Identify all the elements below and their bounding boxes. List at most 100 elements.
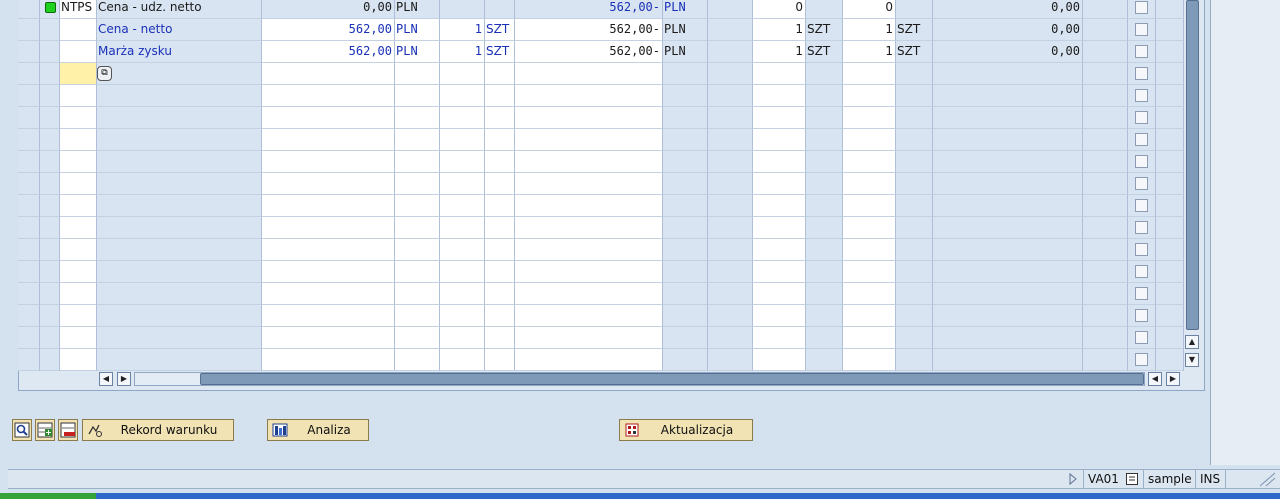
cell-num2[interactable] (843, 217, 896, 239)
cell-num1[interactable]: 1 (753, 41, 806, 63)
cell-per[interactable] (440, 305, 485, 327)
cell-currency[interactable] (395, 173, 440, 195)
row-checkbox[interactable] (1135, 133, 1148, 146)
cell-uom[interactable] (485, 129, 515, 151)
cell-uom[interactable] (485, 239, 515, 261)
cell-check[interactable] (1128, 349, 1156, 371)
cell-num1[interactable] (753, 283, 806, 305)
cell-type[interactable] (60, 261, 97, 283)
vertical-scrollbar-thumb[interactable] (1186, 0, 1199, 330)
status-expand-icon[interactable] (1068, 472, 1078, 486)
cell-per[interactable] (440, 129, 485, 151)
scroll-first-column-button[interactable]: ◀ (99, 372, 113, 386)
cell-per[interactable] (440, 261, 485, 283)
cell-per[interactable]: 1 (440, 41, 485, 63)
cell-currency[interactable] (395, 305, 440, 327)
cell-per[interactable] (440, 173, 485, 195)
cell-check[interactable] (1128, 85, 1156, 107)
row-checkbox[interactable] (1135, 353, 1148, 366)
row-checkbox[interactable] (1135, 89, 1148, 102)
cell-currency[interactable] (395, 85, 440, 107)
cell-num1[interactable] (753, 107, 806, 129)
row-checkbox[interactable] (1135, 243, 1148, 256)
horizontal-scrollbar-thumb[interactable] (200, 373, 1144, 385)
cell-type[interactable]: NTPS (60, 0, 97, 19)
row-checkbox[interactable] (1135, 1, 1148, 14)
cell-value[interactable] (515, 217, 663, 239)
row-checkbox[interactable] (1135, 199, 1148, 212)
cell-amount[interactable] (262, 129, 395, 151)
cell-value[interactable] (515, 129, 663, 151)
cell-per[interactable] (440, 195, 485, 217)
cell-value[interactable] (515, 195, 663, 217)
cell-value[interactable] (515, 261, 663, 283)
cell-amount[interactable] (262, 283, 395, 305)
cell-amount[interactable] (262, 327, 395, 349)
cell-uom[interactable] (485, 283, 515, 305)
cell-check[interactable] (1128, 217, 1156, 239)
cell-num2[interactable] (843, 107, 896, 129)
cell-currency[interactable]: PLN (395, 19, 440, 41)
cell-check[interactable] (1128, 283, 1156, 305)
cell-num1[interactable] (753, 349, 806, 371)
cell-amount[interactable]: 562,00 (262, 19, 395, 41)
cell-type[interactable] (60, 173, 97, 195)
cell-num2[interactable] (843, 63, 896, 85)
cell-currency[interactable] (395, 283, 440, 305)
cell-currency[interactable] (395, 129, 440, 151)
scroll-down-button[interactable]: ▼ (1185, 353, 1199, 367)
cell-num1[interactable] (753, 305, 806, 327)
cell-type[interactable] (60, 151, 97, 173)
start-button[interactable] (0, 493, 96, 499)
cell-type[interactable] (60, 19, 97, 41)
cell-amount[interactable] (262, 85, 395, 107)
scroll-left-button[interactable]: ▶ (117, 372, 131, 386)
row-checkbox[interactable] (1135, 67, 1148, 80)
cell-value[interactable] (515, 349, 663, 371)
cell-num1[interactable] (753, 63, 806, 85)
cell-type[interactable] (60, 283, 97, 305)
cell-currency[interactable]: PLN (395, 41, 440, 63)
cell-value[interactable] (515, 173, 663, 195)
cell-num1[interactable] (753, 239, 806, 261)
cell-check[interactable] (1128, 173, 1156, 195)
cell-amount[interactable] (262, 195, 395, 217)
resize-grip-icon[interactable] (1256, 471, 1276, 487)
scroll-right-button[interactable]: ◀ (1148, 372, 1162, 386)
row-checkbox[interactable] (1135, 111, 1148, 124)
cell-type[interactable] (60, 63, 97, 85)
value-help-icon[interactable]: ⧉ (97, 66, 112, 81)
cell-num2[interactable] (843, 261, 896, 283)
cell-num2[interactable]: 0 (843, 0, 896, 19)
cell-type[interactable] (60, 349, 97, 371)
cell-amount[interactable]: 562,00 (262, 41, 395, 63)
cell-uom[interactable] (485, 217, 515, 239)
cell-num2[interactable] (843, 173, 896, 195)
cell-check[interactable] (1128, 0, 1156, 19)
cell-check[interactable] (1128, 239, 1156, 261)
cell-currency[interactable] (395, 217, 440, 239)
row-checkbox[interactable] (1135, 155, 1148, 168)
cell-check[interactable] (1128, 305, 1156, 327)
cell-num2[interactable] (843, 283, 896, 305)
cell-type[interactable] (60, 41, 97, 63)
cell-uom[interactable] (485, 151, 515, 173)
cell-amount[interactable] (262, 173, 395, 195)
cell-uom[interactable]: SZT (485, 41, 515, 63)
cell-num2[interactable] (843, 327, 896, 349)
cell-check[interactable] (1128, 63, 1156, 85)
cell-value[interactable] (515, 283, 663, 305)
cell-per[interactable] (440, 217, 485, 239)
cell-per[interactable] (440, 151, 485, 173)
cell-uom[interactable] (485, 261, 515, 283)
cell-num1[interactable] (753, 261, 806, 283)
cell-num2[interactable] (843, 349, 896, 371)
cell-value[interactable] (515, 239, 663, 261)
cell-uom[interactable] (485, 85, 515, 107)
cell-check[interactable] (1128, 19, 1156, 41)
cell-amount[interactable] (262, 63, 395, 85)
cell-amount[interactable] (262, 217, 395, 239)
cell-num2[interactable] (843, 195, 896, 217)
cell-per[interactable] (440, 283, 485, 305)
cell-num2[interactable] (843, 85, 896, 107)
